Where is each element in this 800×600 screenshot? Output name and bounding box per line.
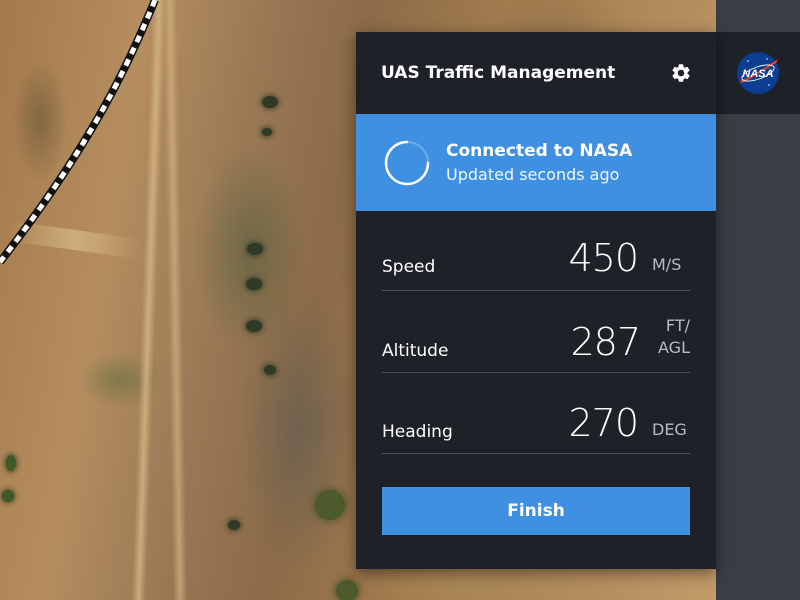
finish-button[interactable]: Finish bbox=[382, 487, 690, 535]
metric-unit-line: FT/ bbox=[665, 316, 690, 335]
metric-value: 450 bbox=[568, 236, 639, 280]
connection-status: Connected to NASA Updated seconds ago bbox=[356, 114, 716, 211]
uas-panel: UAS Traffic Management Connected to NASA… bbox=[356, 32, 716, 569]
gear-icon[interactable] bbox=[670, 62, 692, 84]
panel-title: UAS Traffic Management bbox=[381, 63, 616, 83]
metric-unit: DEG bbox=[652, 420, 687, 439]
panel-header: UAS Traffic Management bbox=[356, 32, 716, 114]
nasa-logo: NASA bbox=[737, 52, 779, 94]
metric-altitude: Altitude 287 FT/ AGL bbox=[382, 291, 690, 373]
logo-bar: NASA bbox=[716, 32, 800, 114]
metric-heading: Heading 270 DEG bbox=[382, 373, 690, 454]
metric-unit: M/S bbox=[652, 255, 682, 274]
metric-unit: FT/ AGL bbox=[654, 315, 690, 361]
telemetry-list: Speed 450 M/S Altitude 287 FT/ AGL Headi… bbox=[356, 211, 716, 454]
spinner-icon bbox=[384, 140, 430, 185]
metric-label: Altitude bbox=[382, 341, 449, 361]
status-subtitle: Updated seconds ago bbox=[446, 165, 620, 184]
svg-text:NASA: NASA bbox=[742, 68, 773, 80]
metric-unit-line: AGL bbox=[658, 338, 690, 357]
metric-value: 270 bbox=[568, 401, 639, 445]
metric-value: 287 bbox=[570, 320, 641, 364]
metric-label: Heading bbox=[382, 422, 453, 442]
metric-speed: Speed 450 M/S bbox=[382, 211, 690, 291]
status-title: Connected to NASA bbox=[446, 141, 633, 161]
metric-label: Speed bbox=[382, 257, 436, 277]
